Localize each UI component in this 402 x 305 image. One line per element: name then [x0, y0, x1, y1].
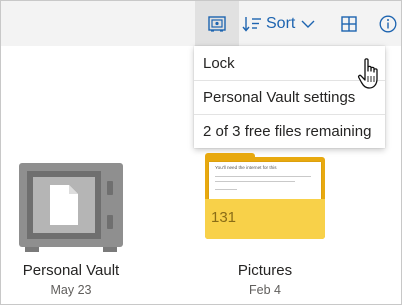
file-name: Personal Vault — [22, 262, 120, 279]
file-date: May 23 — [50, 283, 92, 297]
grid-view-icon — [341, 15, 357, 32]
command-bar: Sort — [1, 1, 401, 46]
sort-button[interactable]: Sort — [242, 1, 324, 46]
view-options-button[interactable] — [336, 1, 362, 46]
personal-vault-icon — [208, 15, 226, 32]
onedrive-window: Sort Lock Personal Vault settings 2 of 3… — [0, 0, 402, 305]
preview-title: You'll need the internet for this — [215, 165, 277, 170]
item-count: 131 — [211, 209, 237, 226]
file-name: Pictures — [237, 262, 293, 279]
personal-vault-button[interactable] — [195, 1, 239, 46]
folder-icon: You'll need the internet for this 131 — [198, 153, 332, 243]
hand-pointer-icon — [357, 57, 385, 91]
sort-arrows-icon — [242, 15, 262, 33]
sort-label: Sort — [266, 14, 296, 32]
info-icon — [379, 15, 397, 33]
menu-item-files-remaining: 2 of 3 free files remaining — [194, 114, 385, 148]
safe-icon — [17, 161, 127, 253]
chevron-down-icon — [301, 19, 315, 29]
folder-front: 131 — [205, 199, 325, 239]
details-pane-button[interactable] — [375, 1, 401, 46]
file-date: Feb 4 — [249, 283, 281, 297]
